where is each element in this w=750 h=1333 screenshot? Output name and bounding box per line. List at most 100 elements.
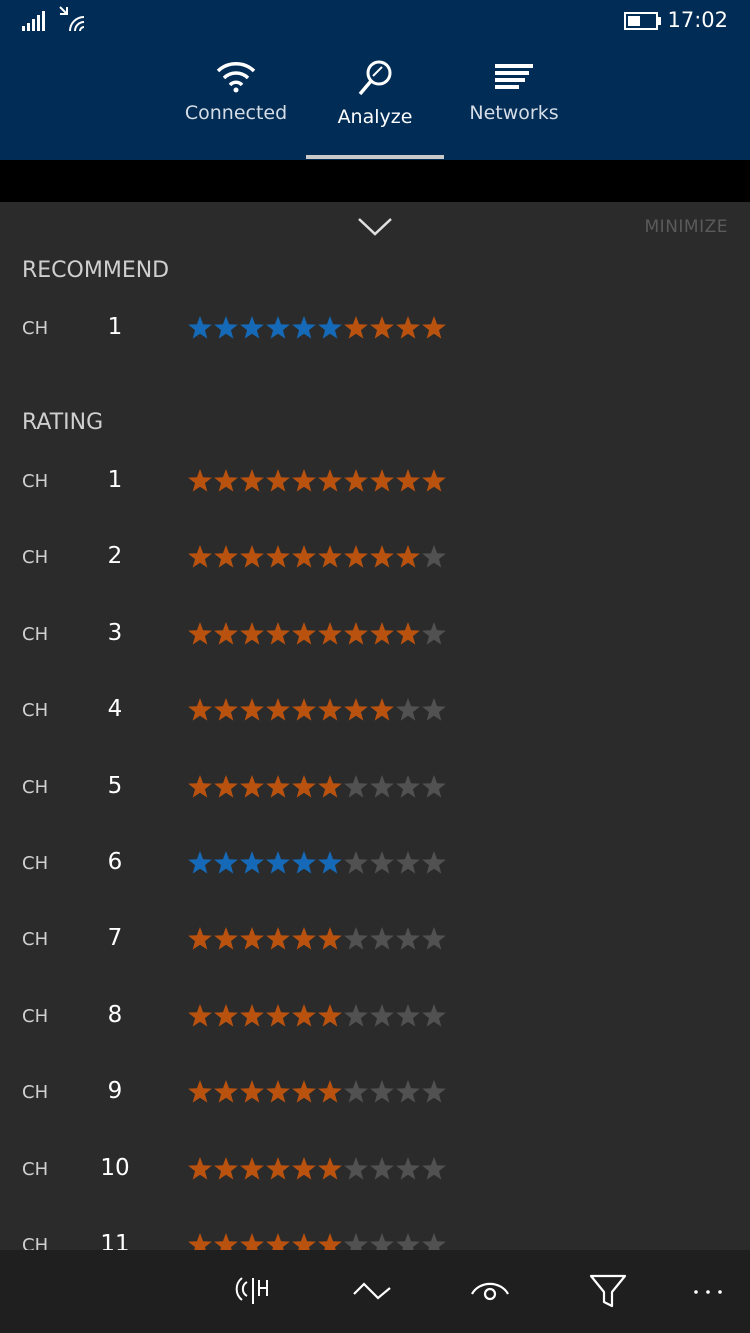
star-icon (292, 545, 316, 569)
star-icon (266, 774, 290, 798)
star-icon (214, 545, 238, 569)
star-icon (370, 621, 394, 645)
rating-title: RATING (22, 410, 104, 435)
star-icon (396, 621, 420, 645)
star-icon (240, 1233, 264, 1250)
star-icon (188, 851, 212, 874)
star-icon (318, 851, 342, 874)
star-icon (240, 851, 264, 874)
channel-number: 10 (100, 1154, 130, 1181)
star-icon (240, 1080, 264, 1103)
star-icon (318, 621, 342, 645)
minimize-button[interactable]: MINIMIZE (645, 217, 728, 237)
tab-analyze[interactable]: Analyze (305, 58, 445, 158)
filter-button[interactable] (586, 1270, 630, 1310)
star-icon (422, 851, 446, 874)
star-icon (292, 927, 316, 951)
star-icon (422, 698, 446, 721)
star-icon (266, 698, 290, 721)
star-icon (292, 1003, 316, 1027)
bottom-app-bar (0, 1250, 750, 1333)
channel-row-10: CH 10 (0, 1150, 750, 1190)
star-rating (188, 698, 446, 721)
star-icon (370, 851, 394, 874)
star-icon (240, 621, 264, 645)
eye-button[interactable] (468, 1270, 512, 1310)
star-icon (188, 698, 212, 721)
star-rating (188, 1080, 446, 1103)
star-icon (188, 545, 212, 569)
star-icon (266, 1233, 290, 1250)
star-icon (318, 927, 342, 951)
star-icon (240, 1003, 264, 1027)
star-icon (396, 469, 420, 492)
star-icon (422, 316, 446, 339)
star-icon (344, 774, 368, 798)
status-time: 17:02 (667, 8, 728, 32)
star-icon (422, 927, 446, 951)
star-icon (266, 1156, 290, 1180)
star-icon (344, 698, 368, 721)
channel-number: 7 (107, 925, 123, 952)
star-icon (344, 1156, 368, 1180)
star-icon (344, 469, 368, 492)
channel-label: CH (22, 1235, 49, 1250)
signal-strength-button[interactable] (232, 1270, 276, 1310)
star-icon (396, 851, 420, 874)
networks-list-icon (495, 64, 533, 89)
star-icon (396, 698, 420, 721)
star-icon (292, 316, 316, 339)
channel-row-5: CH 5 (0, 768, 750, 808)
channel-number: 3 (107, 619, 123, 646)
star-icon (318, 316, 342, 339)
star-icon (318, 1233, 342, 1250)
channel-label: CH (22, 318, 49, 339)
status-bar: 17:02 (0, 0, 750, 44)
header-bar: 17:02 Connected Analyze Networks (0, 0, 750, 160)
star-icon (422, 774, 446, 798)
star-icon (344, 316, 368, 339)
channel-number: 9 (107, 1078, 123, 1105)
channel-number: 5 (107, 772, 123, 799)
more-button[interactable] (686, 1270, 730, 1310)
channel-number: 1 (107, 314, 123, 340)
star-icon (344, 927, 368, 951)
star-icon (240, 316, 264, 339)
channel-row-11: CH 11 (0, 1226, 750, 1250)
star-icon (188, 927, 212, 951)
star-icon (214, 851, 238, 874)
star-icon (292, 774, 316, 798)
recommend-title: RECOMMEND (22, 258, 170, 283)
star-icon (370, 1233, 394, 1250)
star-icon (422, 1156, 446, 1180)
star-icon (214, 469, 238, 492)
star-icon (240, 1156, 264, 1180)
star-icon (370, 1156, 394, 1180)
star-icon (344, 1233, 368, 1250)
star-icon (396, 316, 420, 339)
star-icon (318, 1156, 342, 1180)
star-icon (370, 927, 394, 951)
channel-number: 8 (107, 1001, 123, 1028)
star-icon (422, 1003, 446, 1027)
tab-connected[interactable]: Connected (166, 58, 306, 158)
tab-networks[interactable]: Networks (444, 58, 584, 158)
star-icon (214, 621, 238, 645)
star-rating (188, 851, 446, 874)
channel-label: CH (22, 547, 49, 569)
channel-row-6: CH 6 (0, 844, 750, 884)
channel-label: CH (22, 1082, 49, 1104)
star-icon (422, 469, 446, 492)
graph-button[interactable] (350, 1270, 394, 1310)
chevron-down-icon[interactable] (355, 214, 395, 238)
star-icon (318, 698, 342, 721)
star-icon (396, 1003, 420, 1027)
star-icon (396, 545, 420, 569)
channel-row-3: CH 3 (0, 615, 750, 655)
star-icon (396, 1233, 420, 1250)
channel-label: CH (22, 471, 49, 492)
star-icon (370, 316, 394, 339)
header-divider-band (0, 160, 750, 202)
star-icon (396, 1080, 420, 1103)
channel-number: 6 (107, 849, 123, 875)
